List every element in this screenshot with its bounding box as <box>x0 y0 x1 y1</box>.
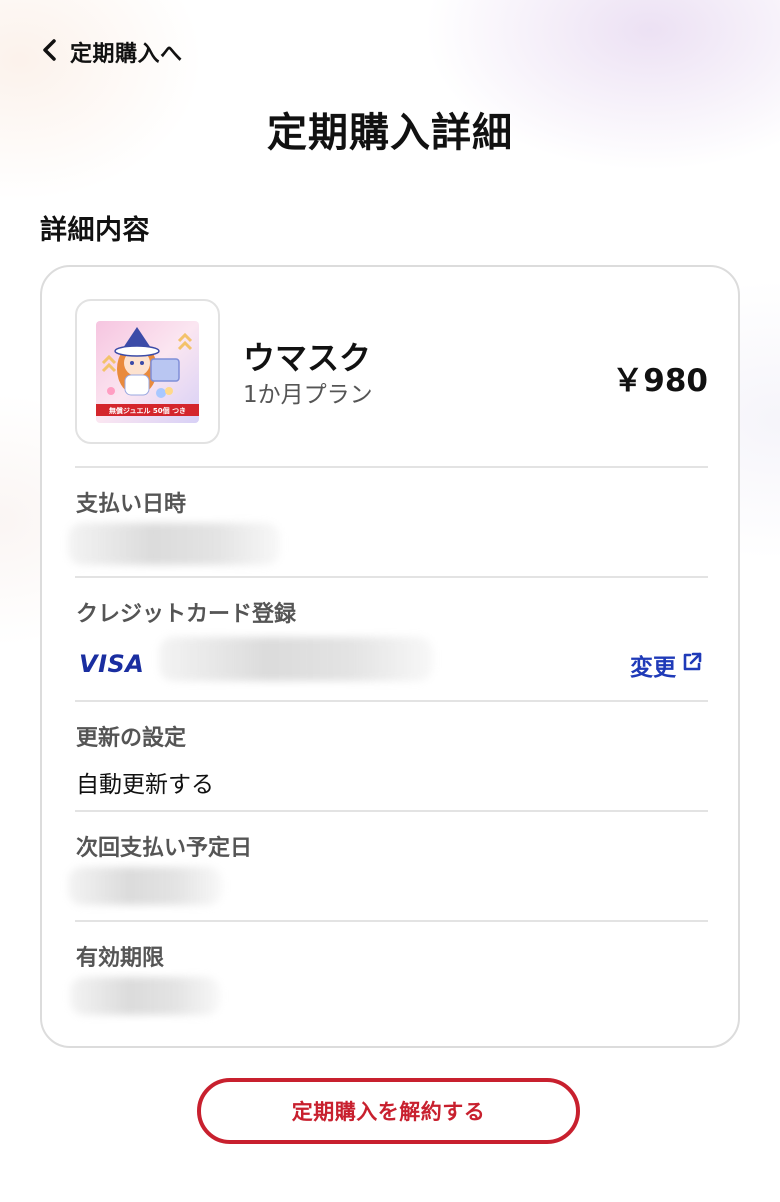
renewal-value: 自動更新する <box>76 772 214 798</box>
chevron-left-icon <box>40 37 60 67</box>
product-price: ￥980 <box>612 363 708 399</box>
divider <box>75 576 708 578</box>
product-summary: 無償ジュエル 50個 つき ウマスク 1か月プラン ￥980 <box>75 299 708 444</box>
divider <box>75 466 708 468</box>
detail-card: 無償ジュエル 50個 つき ウマスク 1か月プラン ￥980 支払い日時 クレジ… <box>40 265 740 1048</box>
payment-datetime-label: 支払い日時 <box>76 492 187 517</box>
divider <box>75 920 708 922</box>
change-card-label: 変更 <box>630 655 676 681</box>
card-number-redacted <box>159 637 433 681</box>
back-link-label: 定期購入へ <box>70 42 183 67</box>
product-thumbnail: 無償ジュエル 50個 つき <box>75 299 220 444</box>
change-card-link[interactable]: 変更 <box>630 648 704 682</box>
cancel-subscription-button[interactable]: 定期購入を解約する <box>197 1078 580 1144</box>
next-payment-label: 次回支払い予定日 <box>76 836 253 861</box>
divider <box>75 810 708 812</box>
expiry-label: 有効期限 <box>76 946 165 971</box>
thumbnail-banner-text: 無償ジュエル 50個 つき <box>109 406 186 415</box>
subscription-detail-page: 定期購入へ 定期購入詳細 詳細内容 無償ジュエル 50個 つき ウマスク 1か月… <box>0 0 780 1202</box>
page-title: 定期購入詳細 <box>267 110 513 156</box>
visa-logo: VISA <box>79 650 145 678</box>
expiry-value-redacted <box>70 977 220 1015</box>
credit-card-label: クレジットカード登録 <box>76 602 297 627</box>
next-payment-value-redacted <box>68 867 222 905</box>
renewal-label: 更新の設定 <box>76 726 187 751</box>
external-link-icon <box>680 650 704 680</box>
product-plan: 1か月プラン <box>243 382 373 408</box>
payment-datetime-value-redacted <box>68 523 280 565</box>
divider <box>75 700 708 702</box>
section-title: 詳細内容 <box>40 215 150 246</box>
back-link[interactable]: 定期購入へ <box>40 36 183 68</box>
product-name: ウマスク <box>243 339 372 377</box>
